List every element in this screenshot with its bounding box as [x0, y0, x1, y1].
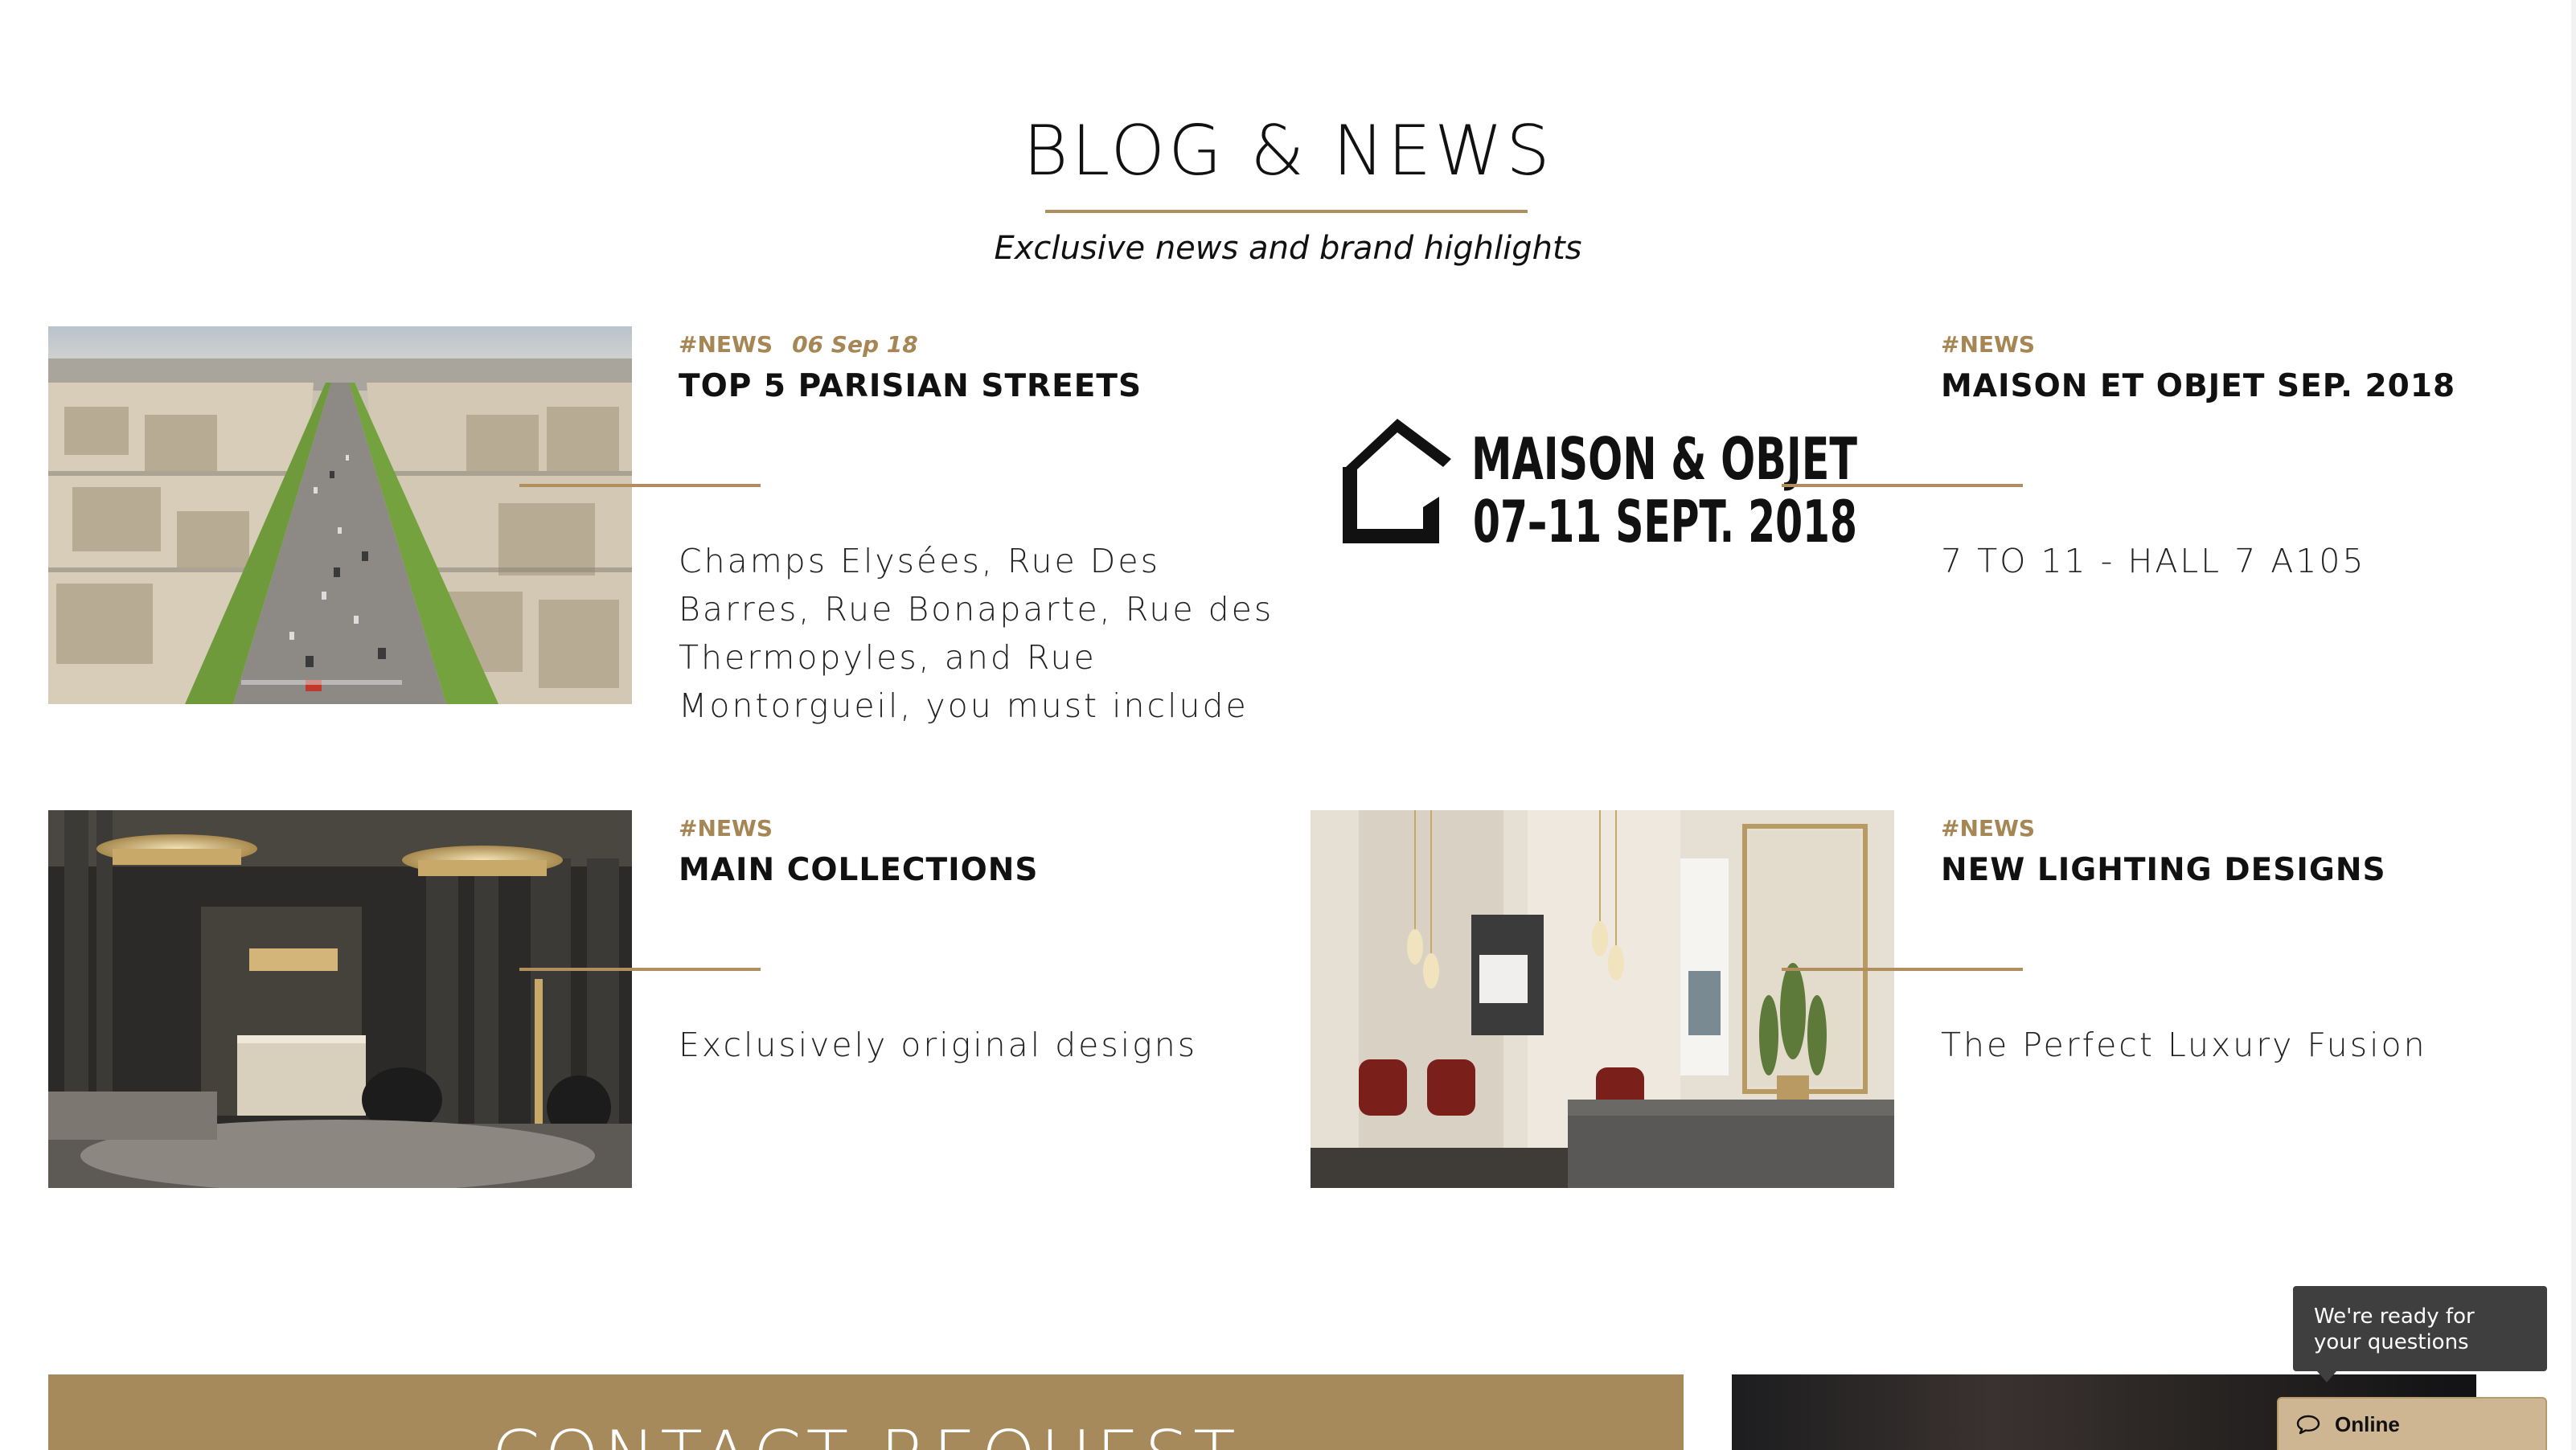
post-divider — [1782, 484, 2023, 487]
post-title-lighting-designs[interactable]: NEW LIGHTING DESIGNS — [1941, 852, 2386, 888]
section-subtitle: Exclusive news and brand highlights — [994, 230, 1582, 267]
chat-launcher-button[interactable]: Online — [2277, 1397, 2547, 1450]
chat-prompt-bubble[interactable]: We're ready for your questions — [2293, 1286, 2547, 1382]
post-divider — [519, 968, 761, 971]
post-tag[interactable]: #NEWS — [1941, 331, 2035, 358]
paris-avenue-photo — [48, 326, 632, 704]
maison-objet-logo: MAISON & OBJET 07–11 SEPT. 2018 — [1311, 326, 1894, 704]
post-tag[interactable]: #NEWS 06 Sep 18 — [679, 331, 918, 358]
post-excerpt-maison-objet: 7 TO 11 - HALL 7 A105 — [1941, 542, 2366, 580]
post-image-lighting-designs[interactable] — [1311, 810, 1894, 1188]
logo-line-1: MAISON & OBJET — [1471, 425, 1857, 493]
section-title: BLOG & NEWS — [1023, 111, 1553, 191]
logo-line-2: 07–11 SEPT. 2018 — [1473, 488, 1857, 555]
post-title-main-collections[interactable]: MAIN COLLECTIONS — [679, 852, 1038, 888]
post-title-paris[interactable]: TOP 5 PARISIAN STREETS — [679, 368, 1142, 404]
post-excerpt-main-collections: Exclusively original designs — [679, 1026, 1198, 1064]
chat-status-label: Online — [2335, 1411, 2400, 1436]
post-excerpt-lighting-designs: The Perfect Luxury Fusion — [1941, 1026, 2427, 1064]
post-divider — [1782, 968, 2023, 971]
post-tag[interactable]: #NEWS — [679, 815, 773, 842]
post-divider — [519, 484, 761, 487]
post-category[interactable]: #NEWS — [1941, 815, 2035, 842]
post-title-maison-objet[interactable]: MAISON ET OBJET SEP. 2018 — [1941, 368, 2455, 404]
post-category[interactable]: #NEWS — [679, 331, 773, 358]
post-image-paris[interactable] — [48, 326, 632, 704]
page-scrollbar[interactable] — [2571, 0, 2576, 1450]
post-excerpt-paris: Champs Elysées, Rue Des Barres, Rue Bona… — [679, 542, 1274, 725]
post-image-main-collections[interactable] — [48, 810, 632, 1188]
luxury-lobby-photo — [48, 810, 632, 1188]
contact-request-section: CONTACT REQUEST — [48, 1374, 1684, 1450]
chat-icon — [2296, 1414, 2320, 1435]
living-room-lighting-photo — [1311, 810, 1894, 1188]
post-category[interactable]: #NEWS — [1941, 331, 2035, 358]
blog-news-page: BLOG & NEWS Exclusive news and brand hig… — [0, 0, 2576, 1450]
post-tag[interactable]: #NEWS — [1941, 815, 2035, 842]
title-divider — [1045, 210, 1528, 213]
post-category[interactable]: #NEWS — [679, 815, 773, 842]
contact-request-title: CONTACT REQUEST — [48, 1416, 1684, 1450]
post-date: 06 Sep 18 — [792, 331, 918, 358]
post-image-maison-objet[interactable]: MAISON & OBJET 07–11 SEPT. 2018 — [1311, 326, 1894, 704]
